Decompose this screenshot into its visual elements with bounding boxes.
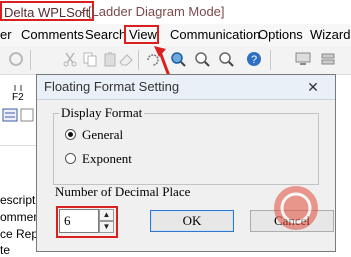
network-icon[interactable]: [320, 51, 336, 67]
copy-icon[interactable]: [82, 51, 98, 67]
radio-exponent-indicator[interactable]: [65, 153, 76, 164]
menu-item-communication[interactable]: Communication: [170, 27, 260, 43]
cut-icon[interactable]: [62, 51, 78, 67]
app-mode: - [Ladder Diagram Mode]: [80, 4, 225, 19]
radio-general-indicator[interactable]: [65, 129, 76, 140]
display-format-label: Display Format: [59, 105, 145, 120]
panel-divider: [0, 145, 36, 146]
menu-item-wizard[interactable]: Wizard: [310, 27, 350, 43]
ok-button[interactable]: OK: [150, 210, 234, 232]
left-text-line: te: [0, 243, 11, 257]
menu-item-search[interactable]: Search: [85, 27, 126, 43]
svg-text:?: ?: [251, 54, 257, 66]
help-icon[interactable]: ?: [246, 51, 262, 67]
magnifier-icon[interactable]: [218, 51, 234, 67]
decimal-place-input[interactable]: [59, 209, 99, 233]
toolbar-separator: [138, 50, 139, 70]
ladder-tool-icon[interactable]: [2, 107, 18, 123]
paste-icon[interactable]: [102, 51, 118, 67]
list-tool-icon[interactable]: [20, 107, 34, 123]
radio-general-label: General: [82, 127, 124, 142]
f2-label: F2: [12, 92, 24, 103]
monitor-icon[interactable]: [295, 51, 311, 67]
display-format-group: [53, 113, 319, 185]
eraser-icon[interactable]: [118, 51, 134, 67]
decimal-place-label: Number of Decimal Place: [55, 184, 191, 199]
spin-down-icon[interactable]: ▼: [99, 221, 114, 233]
left-text-line: ce Rep: [0, 227, 39, 241]
spin-up-icon[interactable]: ▲: [99, 209, 114, 221]
toolbar-separator: [30, 50, 31, 70]
watermark-logo-icon: [274, 186, 318, 230]
dialog-title: Floating Format Setting: [44, 79, 180, 94]
toolbar-separator: [270, 50, 271, 70]
app-titlebar: Delta WPLSoft - [Ladder Diagram Mode]: [0, 0, 351, 24]
left-panel: F2 escriptio omment ce Rep te: [0, 75, 45, 257]
radio-exponent-label: Exponent: [82, 151, 132, 166]
menu-item-options[interactable]: Options: [258, 27, 303, 43]
close-icon[interactable]: ✕: [301, 79, 325, 95]
zoom-out-icon[interactable]: [194, 51, 210, 67]
refresh-icon[interactable]: [8, 51, 24, 67]
menu-item-comments[interactable]: Comments: [21, 27, 84, 43]
dialog-titlebar: Floating Format Setting ✕: [37, 75, 335, 100]
menu-item-edit[interactable]: er: [0, 27, 12, 43]
